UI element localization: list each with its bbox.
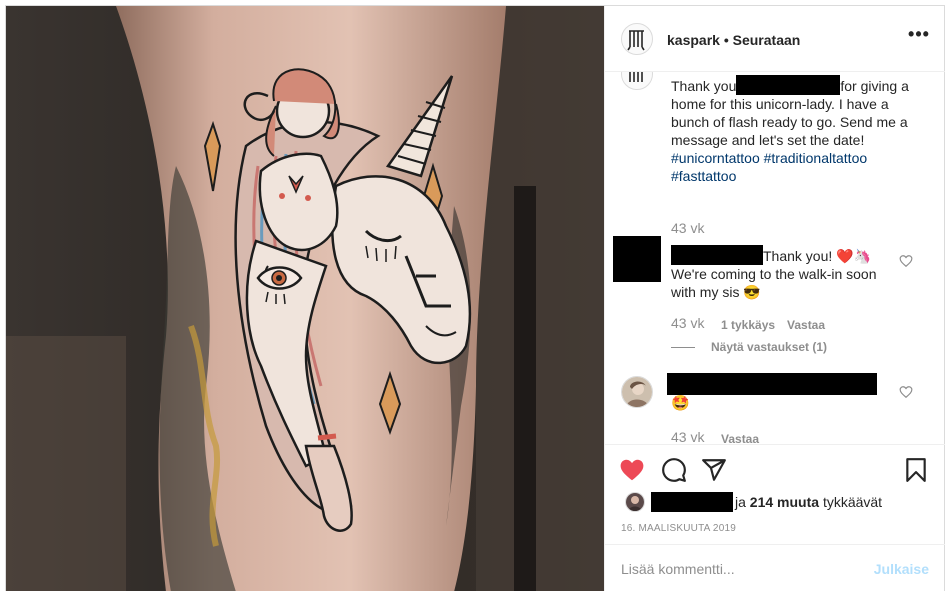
comment-bubble-icon[interactable] <box>661 457 687 483</box>
likes-and: ja <box>735 494 746 510</box>
comment-reply-button[interactable]: Vastaa <box>787 318 825 332</box>
post-date[interactable]: 16. MAALISKUUTA 2019 <box>621 523 736 534</box>
save-bookmark-icon[interactable] <box>903 457 929 483</box>
add-comment-section: Julkaise <box>605 544 945 591</box>
post-caption: Thank you for giving a home for this unic… <box>671 75 911 185</box>
hashtag-link[interactable]: #unicorntattoo <box>671 150 760 166</box>
caption-timestamp[interactable]: 43 vk <box>671 220 704 236</box>
comment-line-1: Thank you! ❤️🦄 <box>763 248 872 264</box>
comment-text: Thank you! ❤️🦄 We're coming to the walk-… <box>671 245 901 301</box>
post-photo[interactable] <box>6 6 604 591</box>
comment-like-heart-icon[interactable] <box>899 385 913 399</box>
comment-input[interactable] <box>621 558 861 580</box>
caption-author-avatar[interactable] <box>621 72 653 90</box>
commenter-avatar[interactable] <box>621 376 653 408</box>
user-photo-icon <box>622 377 652 407</box>
comment-timestamp[interactable]: 43 vk <box>671 315 704 331</box>
post-side-panel: kaspark • Seurataan ••• Thank you for giv… <box>604 6 945 591</box>
following-button[interactable]: Seurataan <box>733 32 801 48</box>
replies-divider <box>671 347 695 348</box>
likes-count[interactable]: 214 muuta <box>750 494 819 510</box>
comment-like-heart-icon[interactable] <box>899 254 913 268</box>
view-replies-button[interactable]: Näytä vastaukset (1) <box>711 340 827 354</box>
header-separator: • <box>723 32 729 48</box>
more-options-icon[interactable]: ••• <box>907 25 931 50</box>
comment-reply-button[interactable]: Vastaa <box>721 432 759 444</box>
redacted-username <box>671 245 763 265</box>
instagram-post: kaspark • Seurataan ••• Thank you for giv… <box>5 5 945 591</box>
post-comment-button[interactable]: Julkaise <box>874 561 929 577</box>
likes-suffix: tykkäävät <box>822 494 883 510</box>
hashtag-link[interactable]: #fasttattoo <box>671 168 736 184</box>
comment-text: 🤩 <box>671 395 690 412</box>
share-send-icon[interactable] <box>701 457 727 483</box>
post-header: kaspark • Seurataan ••• <box>605 6 945 72</box>
tattoo-photo-illustration <box>6 6 604 591</box>
comment-line-2: We're coming to the walk-in soon with my… <box>671 266 877 300</box>
liker-avatar[interactable] <box>625 492 645 512</box>
author-avatar[interactable] <box>621 23 653 55</box>
likes-summary: ja 214 muuta tykkäävät <box>621 490 941 512</box>
author-logo-icon <box>627 30 645 51</box>
redacted-username <box>651 492 733 512</box>
comment-timestamp[interactable]: 43 vk <box>671 429 704 444</box>
like-heart-icon[interactable] <box>619 457 645 483</box>
hashtag-link[interactable]: #traditionaltattoo <box>764 150 868 166</box>
likes-text[interactable]: ja 214 muuta tykkäävät <box>735 494 882 510</box>
redacted-commenter-avatar[interactable] <box>613 236 661 282</box>
caption-text-part1: Thank you <box>671 78 737 94</box>
comments-list[interactable]: Thank you for giving a home for this unic… <box>605 72 945 444</box>
author-logo-icon <box>629 72 643 82</box>
redacted-username <box>667 373 877 395</box>
user-photo-icon <box>626 493 644 511</box>
author-username[interactable]: kaspark <box>667 32 720 48</box>
comment-likes-count[interactable]: 1 tykkäys <box>721 318 775 332</box>
redacted-username <box>736 75 841 95</box>
header-username-line: kaspark • Seurataan <box>667 32 800 48</box>
